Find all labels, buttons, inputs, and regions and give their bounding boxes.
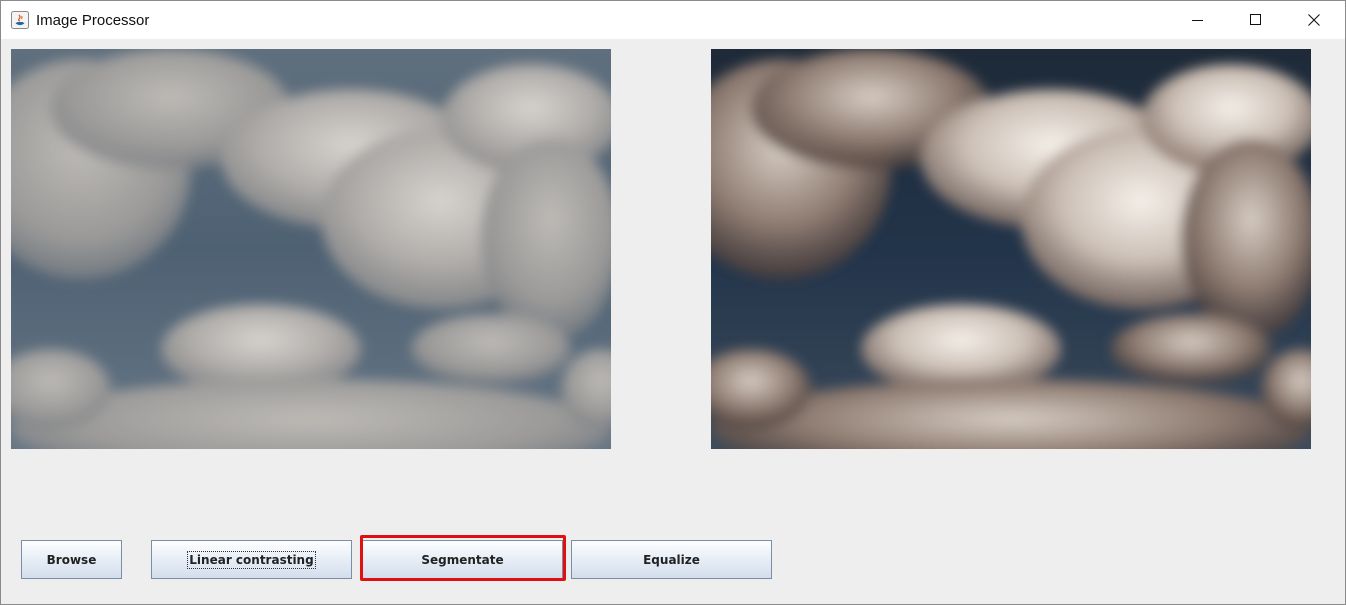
content-panel: Browse Linear contrasting Segmentate Equ… <box>1 39 1345 604</box>
minimize-icon <box>1192 20 1203 21</box>
minimize-button[interactable] <box>1169 1 1227 39</box>
java-app-icon <box>11 11 29 29</box>
equalize-button[interactable]: Equalize <box>571 540 772 579</box>
segmentate-button[interactable]: Segmentate <box>362 540 563 579</box>
original-image <box>11 49 611 449</box>
maximize-button[interactable] <box>1227 1 1285 39</box>
maximize-icon <box>1250 14 1261 25</box>
window-title: Image Processor <box>36 12 150 29</box>
close-button[interactable] <box>1285 1 1343 39</box>
linear-contrasting-label: Linear contrasting <box>187 550 316 569</box>
close-icon <box>1308 14 1320 26</box>
linear-contrasting-button[interactable]: Linear contrasting <box>151 540 352 579</box>
browse-button[interactable]: Browse <box>21 540 122 579</box>
title-bar[interactable]: Image Processor <box>1 1 1345 39</box>
app-window: Image Processor Browse Linear contrastin… <box>0 0 1346 605</box>
processed-image <box>711 49 1311 449</box>
